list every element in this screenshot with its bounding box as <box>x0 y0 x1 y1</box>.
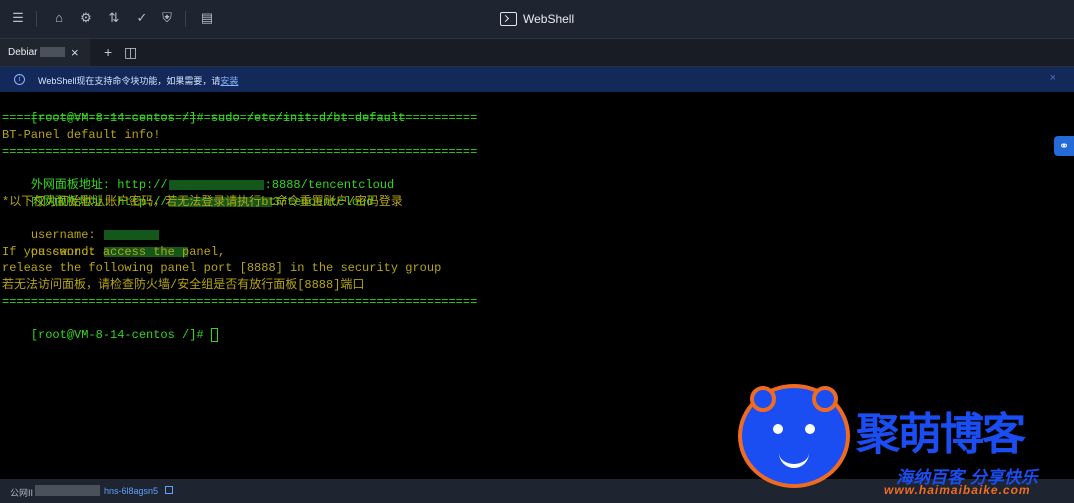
terminal-line: release the following panel port [8888] … <box>2 261 442 275</box>
terminal-line: ========================================… <box>2 145 478 159</box>
terminal-output[interactable]: [root@VM-8-14-centos /]# sudo /etc/init.… <box>0 92 1074 479</box>
masked-host <box>40 47 65 57</box>
tab-debian[interactable]: Debiar × <box>0 39 90 66</box>
terminal-line: ========================================… <box>2 111 478 125</box>
close-notice-button[interactable]: × <box>1050 72 1056 84</box>
app-title: WebShell <box>500 0 574 38</box>
terminal-line: 若无法访问面板，请检查防火墙/安全组是否有放行面板[8888]端口 <box>2 278 365 292</box>
terminal-line: If you cannot access the panel, <box>2 245 226 259</box>
toolbar-divider <box>36 11 37 27</box>
settings-icon[interactable]: ⚙ <box>78 10 94 26</box>
command-input[interactable] <box>204 328 211 342</box>
folder-icon[interactable]: ⌂ <box>51 10 67 26</box>
masked-public-ip <box>35 485 100 496</box>
terminal-line: ========================================… <box>2 295 478 309</box>
notice-text: WebShell现在支持命令块功能，如果需要，请安装 <box>38 74 238 87</box>
terminal-line: [root@VM-8-14-centos /]# <box>2 310 218 360</box>
close-icon[interactable]: × <box>71 39 79 66</box>
external-link-icon[interactable] <box>165 486 173 494</box>
shell-prompt: [root@VM-8-14-centos /]# <box>30 327 204 342</box>
window-title: WebShell <box>523 12 575 26</box>
tab-bar: Debiar × + ◫ <box>0 39 1074 67</box>
terminal-cursor <box>210 327 218 342</box>
feature-notice: i WebShell现在支持命令块功能，如果需要，请安装 × <box>0 67 1074 92</box>
new-tab-button[interactable]: + <box>104 39 112 66</box>
public-ip-label: 公网II <box>10 488 34 498</box>
install-link[interactable]: 安装 <box>220 76 238 86</box>
notice-message: WebShell现在支持命令块功能，如果需要，请 <box>38 76 221 86</box>
shield-icon[interactable]: ⛨ <box>159 10 175 26</box>
toolbar-divider <box>185 11 186 27</box>
transfer-icon[interactable]: ⇅ <box>106 10 122 26</box>
file-check-icon[interactable]: ✓ <box>134 10 150 26</box>
terminal-line: *以下仅为初始默认账户密码，若无法登录请执行bt命令重置账户/密码登录 <box>2 195 403 209</box>
instance-link[interactable]: hns-6l8agsn5 <box>104 486 158 496</box>
info-icon: i <box>14 74 25 85</box>
split-view-button[interactable]: ◫ <box>124 39 137 66</box>
link-icon: ⚭ <box>1058 139 1070 153</box>
layout-icon[interactable]: ▤ <box>199 10 215 26</box>
tab-label: Debiar <box>8 47 38 58</box>
terminal-icon <box>500 12 517 26</box>
status-bar: 公网II hns-6l8agsn5 <box>0 479 1074 503</box>
server-icon[interactable]: ☰ <box>10 10 26 26</box>
assistant-button[interactable]: ⚭ <box>1054 136 1074 156</box>
top-toolbar: ☰ ⌂ ⚙ ⇅ ✓ ⛨ ▤ WebShell <box>0 0 1074 39</box>
terminal-line: BT-Panel default info! <box>2 128 161 142</box>
